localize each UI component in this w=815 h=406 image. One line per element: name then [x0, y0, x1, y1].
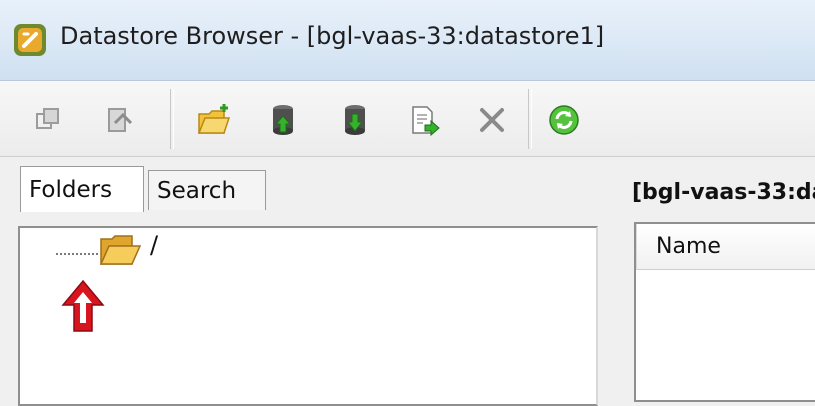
toolbar [0, 81, 815, 157]
file-list[interactable]: Name [634, 222, 815, 402]
delete-button[interactable] [472, 100, 512, 140]
register-vm-icon [412, 106, 440, 137]
delete-icon [480, 108, 504, 132]
toolbar-separator [528, 89, 532, 149]
folder-tree[interactable]: / [18, 226, 598, 406]
datastore-browser-icon [14, 24, 46, 56]
upload-icon [273, 105, 293, 135]
copy-icon [36, 108, 59, 129]
tab-search[interactable]: Search [148, 170, 266, 210]
refresh-icon [549, 105, 579, 135]
folder-open-icon[interactable] [98, 231, 142, 269]
copy-button[interactable] [28, 100, 68, 140]
datastore-path-title: [bgl-vaas-33:datastore1] [632, 180, 815, 205]
upload-button[interactable] [264, 100, 304, 140]
column-header-name[interactable]: Name [636, 224, 815, 270]
move-icon [108, 108, 133, 132]
new-folder-button[interactable] [194, 100, 234, 140]
tree-connector [56, 253, 98, 255]
download-button[interactable] [336, 100, 376, 140]
tab-search-label: Search [157, 177, 237, 204]
column-separator [636, 224, 637, 270]
new-folder-icon [197, 104, 231, 134]
tab-folders[interactable]: Folders [20, 166, 144, 212]
column-header-name-label: Name [656, 234, 721, 259]
red-up-arrow-icon [61, 279, 105, 332]
tab-folders-label: Folders [29, 176, 113, 203]
toolbar-separator [170, 89, 174, 149]
tree-root-label[interactable]: / [150, 231, 158, 259]
refresh-button[interactable] [544, 100, 584, 140]
move-button[interactable] [100, 100, 140, 140]
window-titlebar: Datastore Browser - [bgl-vaas-33:datasto… [0, 0, 815, 81]
window-title: Datastore Browser - [bgl-vaas-33:datasto… [60, 22, 605, 50]
register-vm-button[interactable] [404, 100, 444, 140]
download-icon [345, 105, 365, 135]
